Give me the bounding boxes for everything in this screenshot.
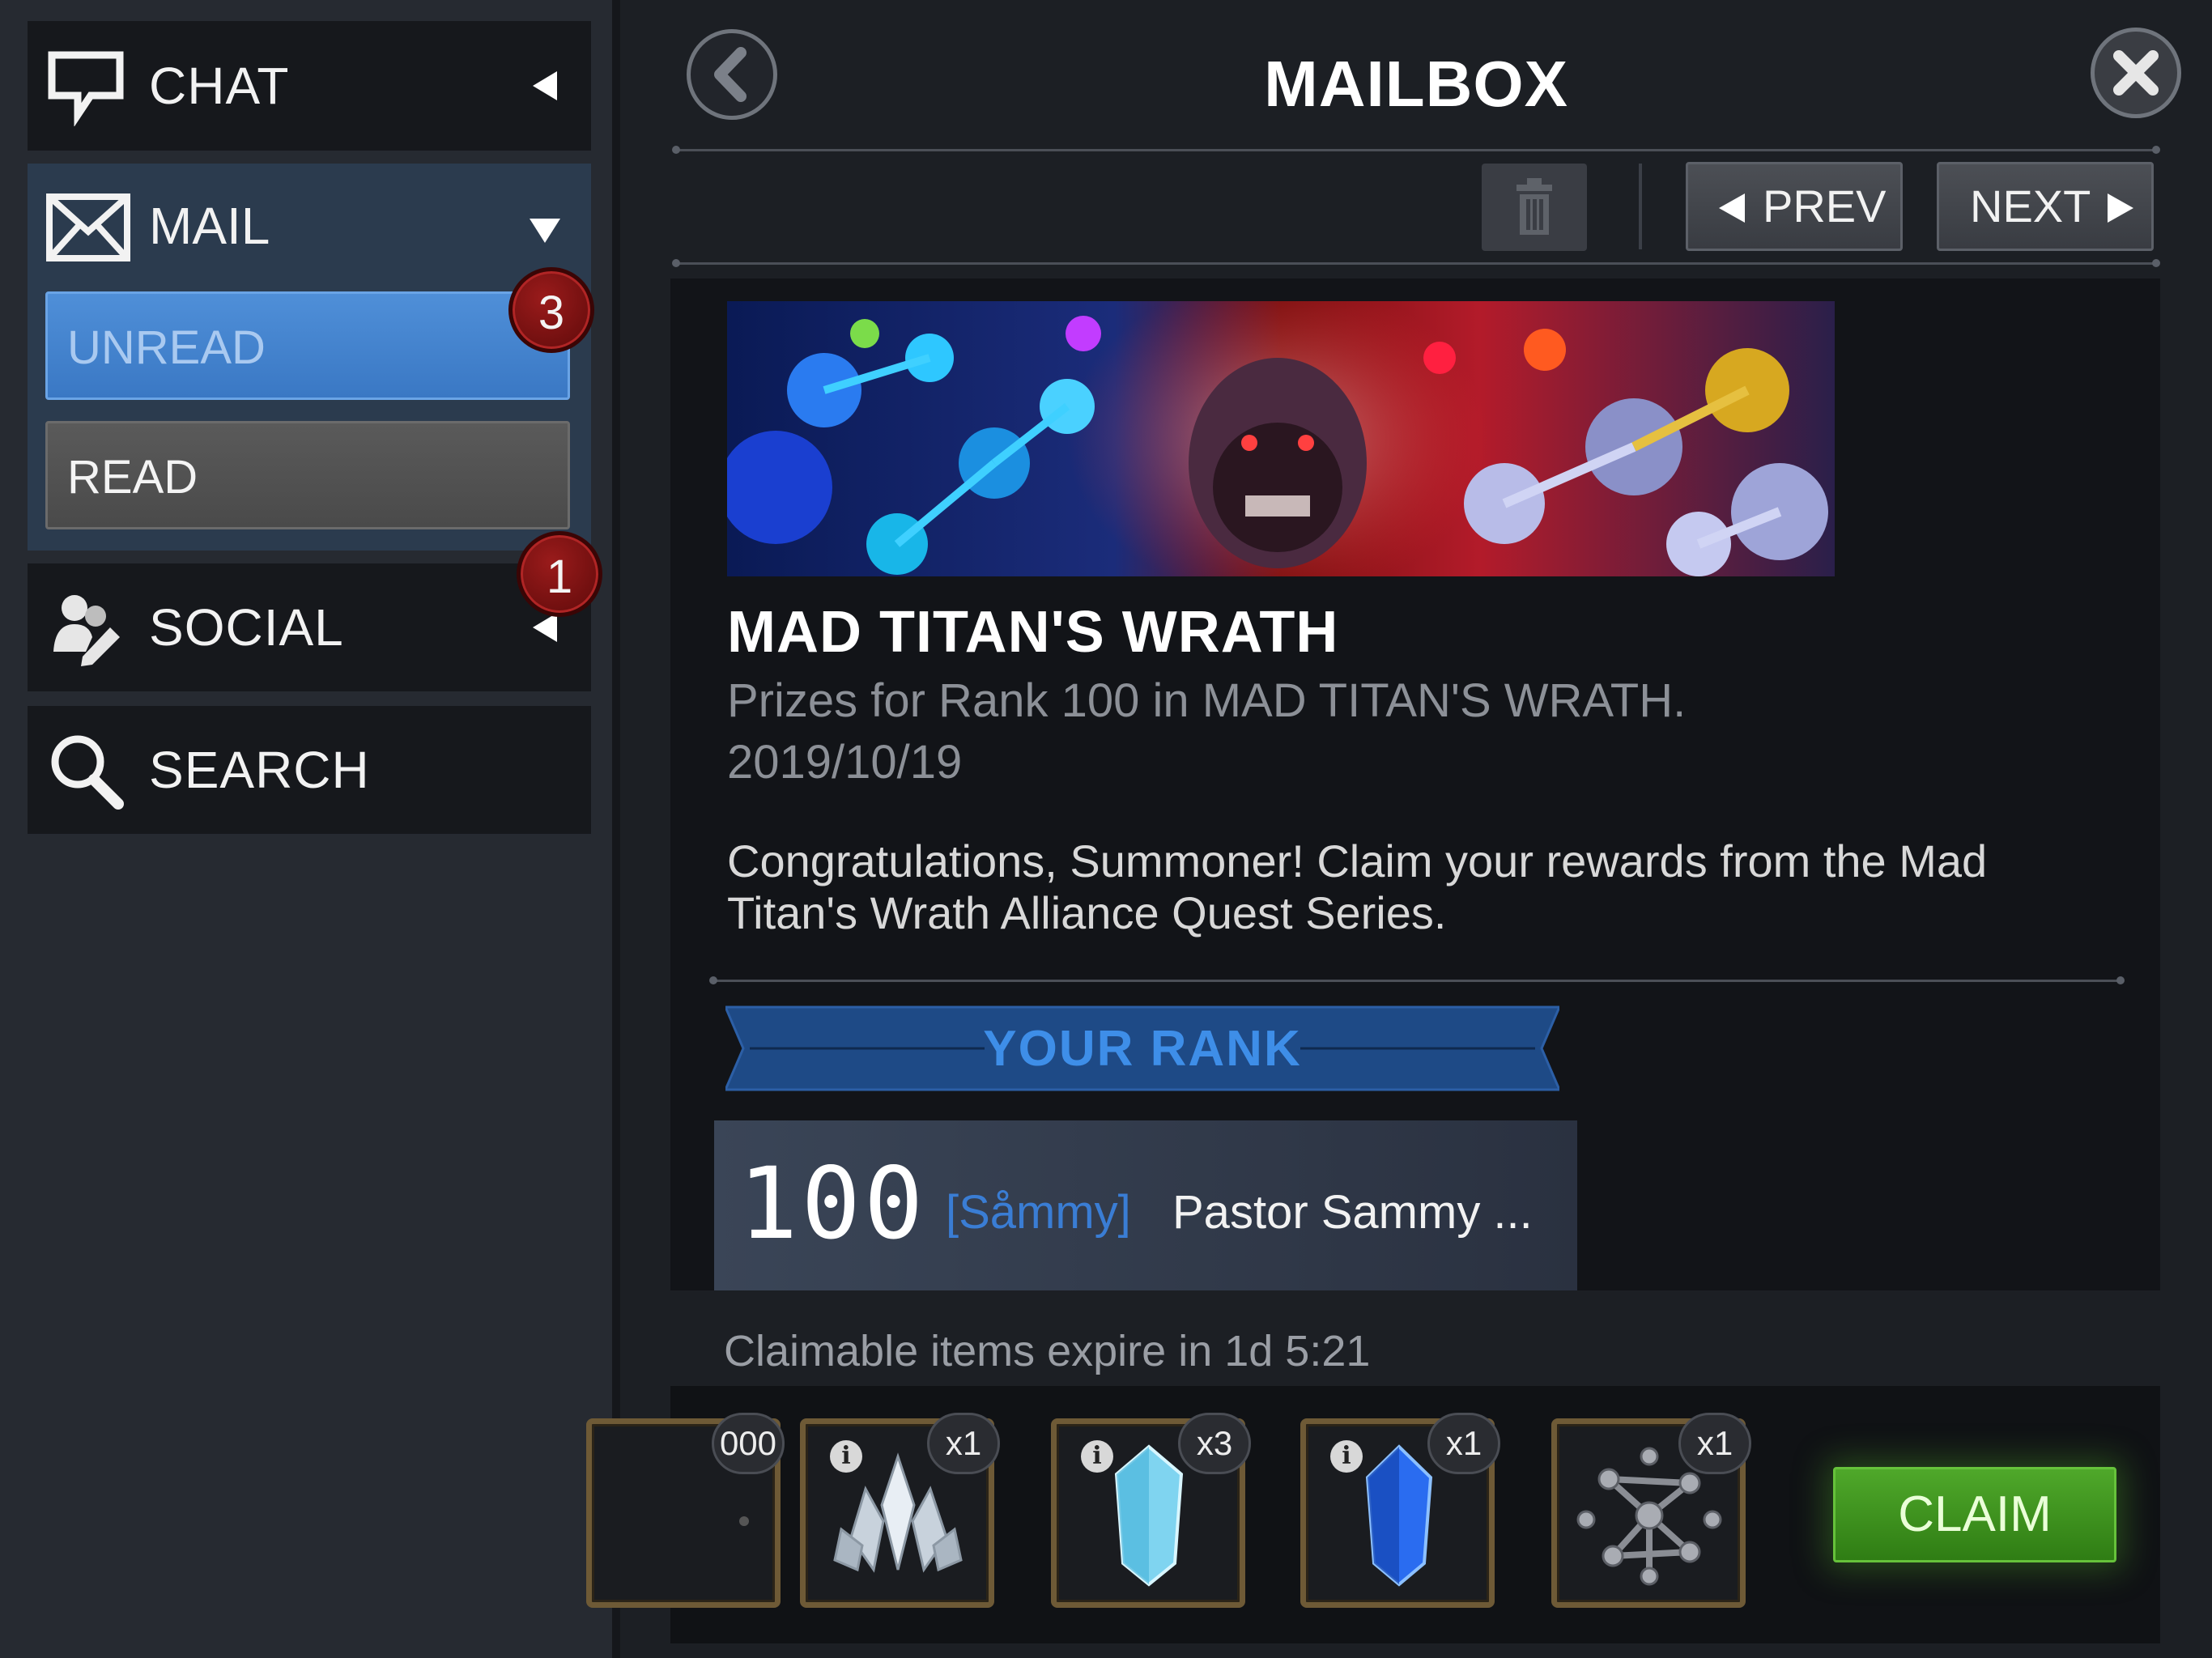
triangle-left-icon: [1719, 193, 1745, 223]
message-subtitle: Prizes for Rank 100 in MAD TITAN'S WRATH…: [727, 670, 1686, 793]
alliance-tag: [Såmmy]: [946, 1186, 1131, 1239]
mad-titan-banner-art: [727, 301, 1835, 576]
sidebar-item-social[interactable]: SOCIAL: [28, 563, 591, 691]
your-rank-label: YOUR RANK: [983, 1021, 1302, 1077]
chat-bubble-icon: [48, 51, 124, 126]
blue-crystal-icon: [1365, 1444, 1433, 1587]
chevron-left-icon: [533, 71, 557, 100]
social-people-icon: [53, 595, 120, 666]
envelope-icon: [46, 193, 130, 261]
sidebar-item-label: SEARCH: [149, 741, 370, 799]
mailbox-panel: MAILBOX PREV NEXT MAD TITAN'S WRATH Priz…: [586, 0, 2212, 1658]
claim-button[interactable]: CLAIM: [1833, 1467, 2116, 1562]
partial-item-icon: [739, 1516, 749, 1526]
cyan-crystal-icon: [1114, 1444, 1184, 1587]
unread-count-badge: 3: [508, 267, 594, 353]
reward-item[interactable]: x1: [1551, 1413, 1751, 1608]
sidebar-item-search[interactable]: SEARCH: [28, 706, 591, 834]
your-rank-banner: YOUR RANK: [725, 1004, 1559, 1093]
close-x-icon: [2113, 50, 2159, 96]
toolbar-divider: [672, 259, 2160, 267]
reward-qty: 000: [712, 1413, 785, 1474]
sidebar-item-label: SOCIAL: [149, 598, 344, 657]
magnifier-icon: [51, 735, 124, 810]
next-button[interactable]: NEXT: [1937, 162, 2154, 251]
page-title: MAILBOX: [1264, 48, 1568, 120]
sidebar-item-chat[interactable]: CHAT: [28, 21, 591, 151]
toolbar-separator: [1639, 164, 1642, 249]
message-content: MAD TITAN'S WRATH Prizes for Rank 100 in…: [670, 278, 2160, 1290]
rewards-strip: 000 i x1 i x3 i x1 x1 CLAIM: [586, 1386, 2160, 1643]
tab-read[interactable]: READ: [45, 421, 570, 529]
tab-unread[interactable]: UNREAD: [45, 291, 570, 400]
sidebar-mail-group: MAIL UNREAD READ: [28, 164, 591, 551]
rank-entry: 100 [Såmmy] Pastor Sammy ...: [714, 1120, 1577, 1290]
message-prize-line: Prizes for Rank 100 in MAD TITAN'S WRATH…: [727, 674, 1687, 727]
trash-icon: [1516, 178, 1552, 235]
message-title: MAD TITAN'S WRATH: [727, 600, 1339, 665]
molecule-icon: [1576, 1447, 1722, 1586]
message-date: 2019/10/19: [727, 736, 963, 789]
prev-label: PREV: [1763, 181, 1887, 232]
message-banner-image: [727, 301, 1835, 576]
delete-button[interactable]: [1482, 164, 1587, 251]
reward-item[interactable]: i x3: [1051, 1413, 1251, 1608]
next-label: NEXT: [1970, 181, 2091, 232]
rank-number: 100: [738, 1146, 927, 1261]
alliance-name: Pastor Sammy ...: [1172, 1186, 1533, 1239]
crystal-cluster-icon: [833, 1452, 963, 1573]
chevron-down-icon: [530, 219, 560, 243]
sidebar-item-label: CHAT: [149, 57, 290, 115]
sidebar: CHAT MAIL UNREAD READ 3 SOCIAL 1 SEARCH: [0, 0, 620, 1658]
reward-item[interactable]: i x1: [1300, 1413, 1500, 1608]
triangle-right-icon: [2108, 193, 2133, 223]
reward-item[interactable]: 000: [586, 1413, 785, 1608]
message-body: Congratulations, Summoner! Claim your re…: [727, 835, 1988, 938]
close-button[interactable]: [2091, 28, 2181, 118]
message-divider: [709, 976, 2125, 984]
header-divider: [672, 146, 2160, 154]
sidebar-item-label: MAIL: [149, 197, 270, 255]
reward-item[interactable]: i x1: [800, 1413, 1000, 1608]
social-count-badge: 1: [517, 531, 602, 617]
sidebar-item-mail[interactable]: MAIL: [28, 164, 591, 285]
expire-notice: Claimable items expire in 1d 5:21: [724, 1327, 1371, 1375]
prev-button[interactable]: PREV: [1686, 162, 1903, 251]
